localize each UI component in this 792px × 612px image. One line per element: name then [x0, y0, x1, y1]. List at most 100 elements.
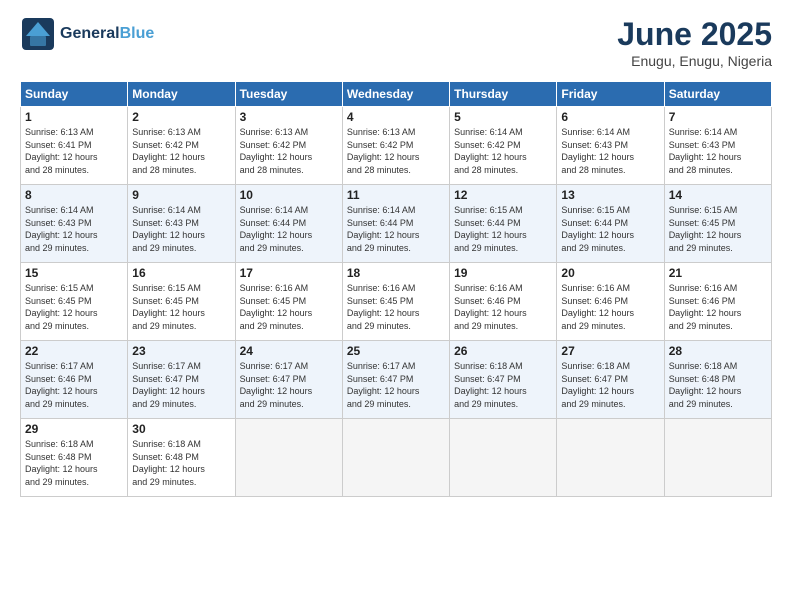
day-number: 1	[25, 110, 123, 124]
day-number: 7	[669, 110, 767, 124]
calendar-table: Sunday Monday Tuesday Wednesday Thursday…	[20, 81, 772, 497]
cell-info: Sunrise: 6:13 AMSunset: 6:42 PMDaylight:…	[240, 126, 338, 176]
day-number: 21	[669, 266, 767, 280]
day-number: 13	[561, 188, 659, 202]
calendar-cell	[450, 419, 557, 497]
calendar-cell	[557, 419, 664, 497]
calendar-cell: 30 Sunrise: 6:18 AMSunset: 6:48 PMDaylig…	[128, 419, 235, 497]
day-number: 16	[132, 266, 230, 280]
day-number: 14	[669, 188, 767, 202]
calendar-cell: 24 Sunrise: 6:17 AMSunset: 6:47 PMDaylig…	[235, 341, 342, 419]
calendar-cell: 29 Sunrise: 6:18 AMSunset: 6:48 PMDaylig…	[21, 419, 128, 497]
day-number: 4	[347, 110, 445, 124]
day-number: 24	[240, 344, 338, 358]
cell-info: Sunrise: 6:14 AMSunset: 6:43 PMDaylight:…	[561, 126, 659, 176]
calendar-cell	[664, 419, 771, 497]
calendar-cell: 11 Sunrise: 6:14 AMSunset: 6:44 PMDaylig…	[342, 185, 449, 263]
calendar-cell: 26 Sunrise: 6:18 AMSunset: 6:47 PMDaylig…	[450, 341, 557, 419]
cell-info: Sunrise: 6:14 AMSunset: 6:42 PMDaylight:…	[454, 126, 552, 176]
day-number: 3	[240, 110, 338, 124]
calendar-cell: 12 Sunrise: 6:15 AMSunset: 6:44 PMDaylig…	[450, 185, 557, 263]
calendar-cell: 20 Sunrise: 6:16 AMSunset: 6:46 PMDaylig…	[557, 263, 664, 341]
calendar-cell: 8 Sunrise: 6:14 AMSunset: 6:43 PMDayligh…	[21, 185, 128, 263]
cell-info: Sunrise: 6:14 AMSunset: 6:44 PMDaylight:…	[347, 204, 445, 254]
day-number: 25	[347, 344, 445, 358]
logo: GeneralBlue	[20, 16, 154, 52]
col-monday: Monday	[128, 82, 235, 107]
day-number: 26	[454, 344, 552, 358]
header: GeneralBlue June 2025 Enugu, Enugu, Nige…	[20, 16, 772, 69]
calendar-cell: 14 Sunrise: 6:15 AMSunset: 6:45 PMDaylig…	[664, 185, 771, 263]
day-number: 9	[132, 188, 230, 202]
logo-icon	[20, 16, 56, 52]
day-number: 19	[454, 266, 552, 280]
cell-info: Sunrise: 6:16 AMSunset: 6:45 PMDaylight:…	[240, 282, 338, 332]
cell-info: Sunrise: 6:15 AMSunset: 6:45 PMDaylight:…	[25, 282, 123, 332]
day-number: 12	[454, 188, 552, 202]
cell-info: Sunrise: 6:17 AMSunset: 6:46 PMDaylight:…	[25, 360, 123, 410]
calendar-cell: 15 Sunrise: 6:15 AMSunset: 6:45 PMDaylig…	[21, 263, 128, 341]
cell-info: Sunrise: 6:13 AMSunset: 6:42 PMDaylight:…	[132, 126, 230, 176]
calendar-cell: 1 Sunrise: 6:13 AMSunset: 6:41 PMDayligh…	[21, 107, 128, 185]
day-number: 30	[132, 422, 230, 436]
day-number: 28	[669, 344, 767, 358]
day-number: 5	[454, 110, 552, 124]
cell-info: Sunrise: 6:18 AMSunset: 6:48 PMDaylight:…	[25, 438, 123, 488]
cell-info: Sunrise: 6:18 AMSunset: 6:48 PMDaylight:…	[132, 438, 230, 488]
calendar-cell: 27 Sunrise: 6:18 AMSunset: 6:47 PMDaylig…	[557, 341, 664, 419]
calendar-cell: 5 Sunrise: 6:14 AMSunset: 6:42 PMDayligh…	[450, 107, 557, 185]
col-wednesday: Wednesday	[342, 82, 449, 107]
day-number: 8	[25, 188, 123, 202]
title-section: June 2025 Enugu, Enugu, Nigeria	[617, 16, 772, 69]
cell-info: Sunrise: 6:15 AMSunset: 6:45 PMDaylight:…	[132, 282, 230, 332]
week-row-3: 15 Sunrise: 6:15 AMSunset: 6:45 PMDaylig…	[21, 263, 772, 341]
calendar-cell: 7 Sunrise: 6:14 AMSunset: 6:43 PMDayligh…	[664, 107, 771, 185]
cell-info: Sunrise: 6:18 AMSunset: 6:47 PMDaylight:…	[454, 360, 552, 410]
cell-info: Sunrise: 6:14 AMSunset: 6:43 PMDaylight:…	[132, 204, 230, 254]
location: Enugu, Enugu, Nigeria	[617, 53, 772, 69]
day-number: 27	[561, 344, 659, 358]
cell-info: Sunrise: 6:18 AMSunset: 6:48 PMDaylight:…	[669, 360, 767, 410]
week-row-2: 8 Sunrise: 6:14 AMSunset: 6:43 PMDayligh…	[21, 185, 772, 263]
calendar-cell	[342, 419, 449, 497]
week-row-1: 1 Sunrise: 6:13 AMSunset: 6:41 PMDayligh…	[21, 107, 772, 185]
day-number: 2	[132, 110, 230, 124]
col-sunday: Sunday	[21, 82, 128, 107]
calendar-cell: 18 Sunrise: 6:16 AMSunset: 6:45 PMDaylig…	[342, 263, 449, 341]
page-container: GeneralBlue June 2025 Enugu, Enugu, Nige…	[0, 0, 792, 507]
day-number: 20	[561, 266, 659, 280]
cell-info: Sunrise: 6:17 AMSunset: 6:47 PMDaylight:…	[240, 360, 338, 410]
month-title: June 2025	[617, 16, 772, 53]
cell-info: Sunrise: 6:17 AMSunset: 6:47 PMDaylight:…	[132, 360, 230, 410]
col-thursday: Thursday	[450, 82, 557, 107]
cell-info: Sunrise: 6:17 AMSunset: 6:47 PMDaylight:…	[347, 360, 445, 410]
cell-info: Sunrise: 6:14 AMSunset: 6:44 PMDaylight:…	[240, 204, 338, 254]
col-saturday: Saturday	[664, 82, 771, 107]
calendar-cell: 6 Sunrise: 6:14 AMSunset: 6:43 PMDayligh…	[557, 107, 664, 185]
calendar-cell: 21 Sunrise: 6:16 AMSunset: 6:46 PMDaylig…	[664, 263, 771, 341]
cell-info: Sunrise: 6:16 AMSunset: 6:45 PMDaylight:…	[347, 282, 445, 332]
week-row-4: 22 Sunrise: 6:17 AMSunset: 6:46 PMDaylig…	[21, 341, 772, 419]
day-number: 23	[132, 344, 230, 358]
calendar-cell: 9 Sunrise: 6:14 AMSunset: 6:43 PMDayligh…	[128, 185, 235, 263]
day-number: 10	[240, 188, 338, 202]
cell-info: Sunrise: 6:15 AMSunset: 6:44 PMDaylight:…	[454, 204, 552, 254]
calendar-cell: 10 Sunrise: 6:14 AMSunset: 6:44 PMDaylig…	[235, 185, 342, 263]
cell-info: Sunrise: 6:16 AMSunset: 6:46 PMDaylight:…	[669, 282, 767, 332]
cell-info: Sunrise: 6:14 AMSunset: 6:43 PMDaylight:…	[25, 204, 123, 254]
day-number: 11	[347, 188, 445, 202]
day-number: 18	[347, 266, 445, 280]
cell-info: Sunrise: 6:14 AMSunset: 6:43 PMDaylight:…	[669, 126, 767, 176]
calendar-cell: 23 Sunrise: 6:17 AMSunset: 6:47 PMDaylig…	[128, 341, 235, 419]
calendar-cell: 2 Sunrise: 6:13 AMSunset: 6:42 PMDayligh…	[128, 107, 235, 185]
calendar-cell: 4 Sunrise: 6:13 AMSunset: 6:42 PMDayligh…	[342, 107, 449, 185]
cell-info: Sunrise: 6:16 AMSunset: 6:46 PMDaylight:…	[561, 282, 659, 332]
cell-info: Sunrise: 6:15 AMSunset: 6:44 PMDaylight:…	[561, 204, 659, 254]
cell-info: Sunrise: 6:15 AMSunset: 6:45 PMDaylight:…	[669, 204, 767, 254]
week-row-5: 29 Sunrise: 6:18 AMSunset: 6:48 PMDaylig…	[21, 419, 772, 497]
col-tuesday: Tuesday	[235, 82, 342, 107]
cell-info: Sunrise: 6:18 AMSunset: 6:47 PMDaylight:…	[561, 360, 659, 410]
calendar-cell	[235, 419, 342, 497]
calendar-cell: 19 Sunrise: 6:16 AMSunset: 6:46 PMDaylig…	[450, 263, 557, 341]
calendar-cell: 28 Sunrise: 6:18 AMSunset: 6:48 PMDaylig…	[664, 341, 771, 419]
